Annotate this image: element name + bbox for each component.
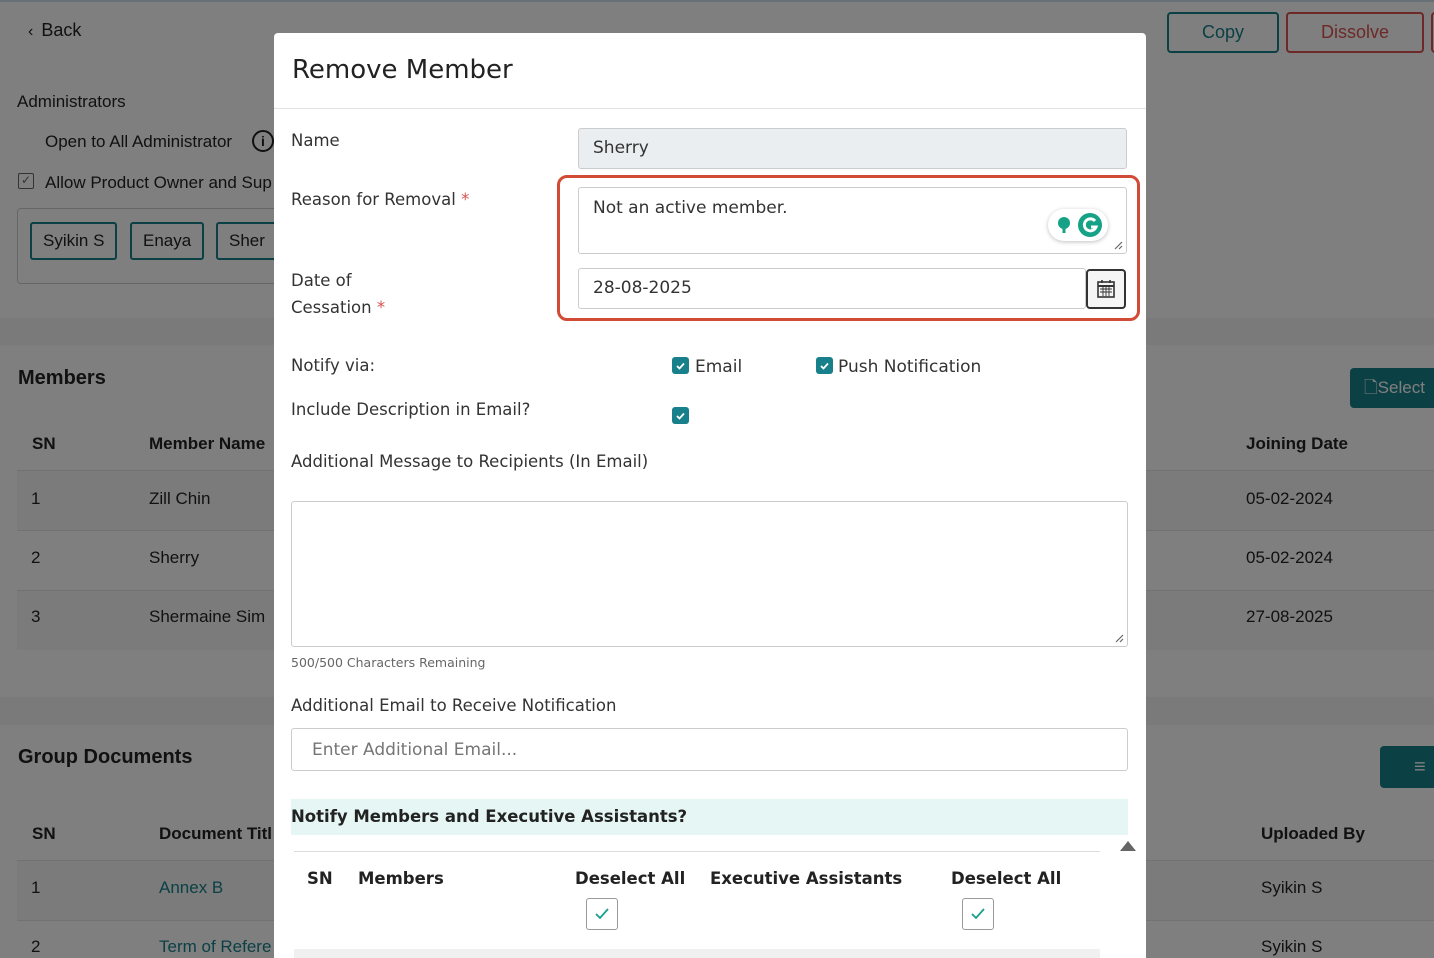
name-field: Sherry [578, 128, 1127, 169]
include-description-checkbox[interactable] [672, 407, 689, 424]
check-icon [676, 412, 685, 420]
email-option-label: Email [695, 357, 743, 377]
check-icon [676, 362, 685, 370]
notify-table-divider [294, 851, 1100, 852]
push-option-label: Push Notification [838, 357, 982, 377]
notify-section-header: Notify Members and Executive Assistants? [291, 799, 1128, 835]
additional-message-label: Additional Message to Recipients (In Ema… [291, 452, 649, 471]
push-checkbox[interactable] [816, 357, 833, 374]
date-label-text: Cessation [291, 298, 372, 317]
check-icon [595, 908, 609, 920]
remove-member-modal: Remove Member Name Sherry Reason for Rem… [274, 33, 1146, 958]
modal-title: Remove Member [292, 55, 513, 85]
include-description-label: Include Description in Email? [291, 400, 531, 419]
date-label-line1: Date of [291, 271, 352, 290]
additional-email-input[interactable] [291, 728, 1128, 771]
deselect-all-ea-checkbox[interactable] [962, 898, 994, 930]
deselect-all-members-label: Deselect All [575, 869, 686, 888]
scroll-up-arrow-icon[interactable] [1120, 841, 1136, 851]
additional-message-textarea[interactable] [291, 501, 1128, 647]
characters-remaining: 500/500 Characters Remaining [291, 655, 486, 670]
email-checkbox[interactable] [672, 357, 689, 374]
reason-label-text: Reason for Removal [291, 190, 456, 209]
check-icon [820, 362, 829, 370]
notify-col-members: Members [358, 869, 444, 888]
notify-label: Notify via: [291, 356, 376, 375]
notify-col-sn: SN [307, 869, 333, 888]
required-mark: * [376, 298, 386, 317]
required-mark: * [461, 190, 470, 209]
table-row [294, 949, 1100, 958]
check-icon [971, 908, 985, 920]
reason-label: Reason for Removal * [291, 186, 469, 213]
date-label-line2: Cessation * [291, 294, 385, 321]
modal-divider [274, 108, 1146, 109]
notify-col-executive-assistants: Executive Assistants [710, 869, 903, 888]
name-label: Name [291, 131, 340, 150]
highlight-box [557, 175, 1140, 321]
additional-email-label: Additional Email to Receive Notification [291, 696, 617, 715]
resize-grip-icon[interactable] [1114, 633, 1124, 643]
deselect-all-ea-label: Deselect All [951, 869, 1062, 888]
deselect-all-members-checkbox[interactable] [586, 898, 618, 930]
